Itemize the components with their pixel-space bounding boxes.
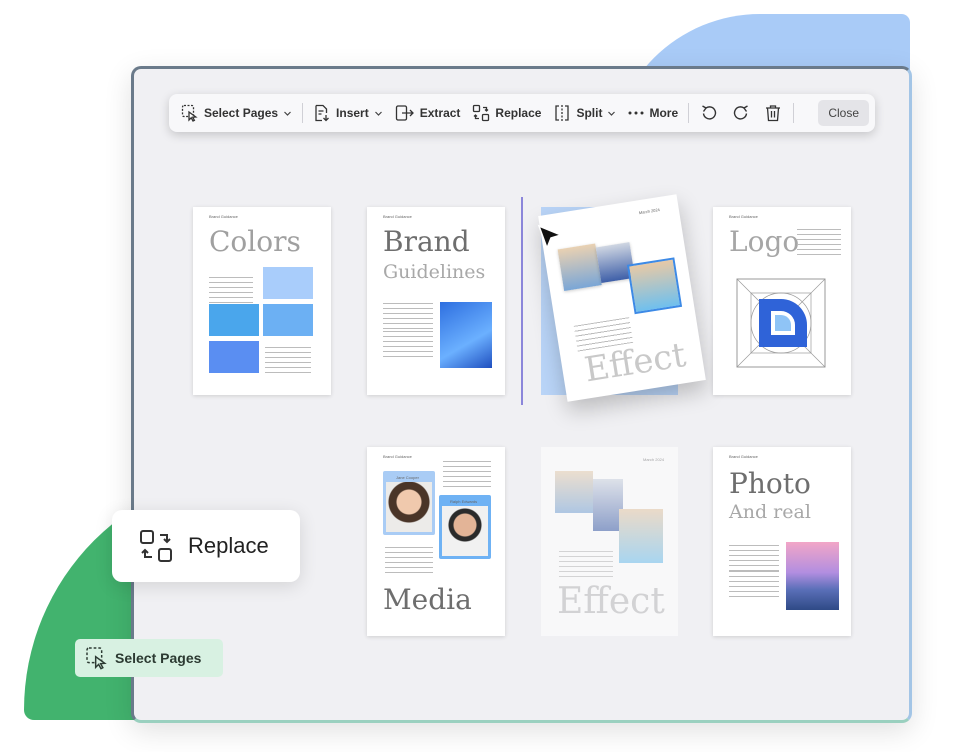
toolbar-divider: [302, 103, 304, 123]
page-title: Effect: [557, 581, 665, 622]
photo-cityscape: [786, 542, 839, 610]
text-block: [559, 551, 613, 577]
split-label: Split: [576, 106, 603, 120]
page-date: March 2024: [638, 207, 661, 216]
page-header: Brand Guidance: [383, 214, 412, 219]
text-block: [729, 571, 779, 597]
page-title: Logo: [729, 225, 800, 258]
more-button[interactable]: More: [622, 98, 684, 128]
photo-stairs: [440, 302, 492, 368]
select-pages-chip[interactable]: Select Pages: [75, 639, 223, 677]
text-block: [383, 331, 433, 357]
insert-label: Insert: [336, 106, 369, 120]
text-block: [265, 347, 311, 373]
page-header: Brand Guidance: [383, 454, 412, 459]
toolbar-divider: [688, 103, 690, 123]
insert-icon: [315, 104, 330, 122]
redo-button[interactable]: [725, 98, 757, 128]
extract-label: Extract: [419, 106, 461, 120]
page-subtitle: Guidelines: [383, 261, 486, 283]
chevron-down-icon: [374, 111, 382, 116]
page-header: Brand Guidance: [209, 214, 238, 219]
cursor-select-icon: [181, 104, 198, 122]
profile-card: Jane Cooper: [383, 471, 435, 535]
image-collage: [555, 471, 593, 513]
text-block: [383, 303, 433, 329]
more-dots-icon: [628, 111, 644, 115]
replace-callout: Replace: [112, 510, 300, 582]
chevron-down-icon: [284, 111, 291, 116]
page-thumbnail-effect-ghost[interactable]: March 2024 Effect: [541, 447, 678, 636]
chevron-down-icon: [608, 111, 616, 116]
select-pages-label: Select Pages: [204, 106, 279, 120]
profile-name: Ralph Edwards: [450, 499, 478, 504]
page-title: Brand: [383, 225, 470, 258]
replace-label: Replace: [495, 106, 542, 120]
page-header: Brand Guidance: [729, 214, 758, 219]
replace-icon: [473, 104, 490, 122]
color-swatch: [209, 304, 259, 336]
replace-callout-label: Replace: [188, 533, 269, 558]
text-block: [385, 547, 433, 573]
split-icon: [555, 105, 570, 121]
avatar-photo: [386, 482, 432, 532]
toolbar: Select Pages Insert Extract Replace Spli…: [169, 94, 875, 132]
text-block: [209, 277, 253, 303]
page-title: Photo: [729, 467, 811, 500]
close-button[interactable]: Close: [818, 100, 869, 126]
select-pages-button[interactable]: Select Pages: [175, 98, 298, 128]
text-block: [443, 461, 491, 487]
image-collage: [626, 257, 683, 315]
insertion-marker: [521, 197, 523, 405]
more-label: More: [649, 106, 679, 120]
select-pages-chip-label: Select Pages: [115, 650, 202, 666]
replace-button[interactable]: Replace: [466, 98, 547, 128]
profile-name: Jane Cooper: [396, 475, 419, 480]
page-subtitle: And real: [729, 501, 811, 523]
text-block: [797, 229, 841, 255]
page-thumbnail-photo[interactable]: Brand Guidance Photo And real: [713, 447, 851, 636]
delete-button[interactable]: [757, 98, 789, 128]
image-collage: [619, 509, 663, 563]
text-block: [729, 545, 779, 571]
undo-icon: [702, 105, 717, 120]
page-thumbnail-media[interactable]: Brand Guidance Jane Cooper Ralph Edwards…: [367, 447, 505, 636]
cursor-select-icon: [86, 647, 107, 670]
color-swatch: [209, 341, 259, 373]
page-header: Brand Guidance: [729, 454, 758, 459]
page-title: Colors: [209, 225, 301, 258]
page-thumbnail-colors[interactable]: Brand Guidance Colors: [193, 207, 331, 395]
extract-icon: [395, 105, 414, 121]
extract-button[interactable]: Extract: [389, 98, 467, 128]
color-swatch: [263, 267, 313, 299]
page-date: March 2024: [643, 457, 665, 462]
color-swatch: [263, 304, 313, 336]
undo-button[interactable]: [693, 98, 725, 128]
redo-icon: [733, 105, 748, 120]
split-button[interactable]: Split: [547, 98, 622, 128]
logo-construction-icon: [736, 278, 826, 368]
trash-icon: [766, 105, 781, 122]
page-thumbnail-brand[interactable]: Brand Guidance Brand Guidelines: [367, 207, 505, 395]
avatar-photo: [442, 506, 488, 556]
replace-icon: [140, 530, 172, 562]
page-thumbnail-logo[interactable]: Brand Guidance Logo: [713, 207, 851, 395]
profile-card: Ralph Edwards: [439, 495, 491, 559]
insert-button[interactable]: Insert: [307, 98, 389, 128]
cursor-arrow-icon: [537, 224, 564, 251]
toolbar-divider: [793, 103, 795, 123]
page-title: Media: [383, 583, 472, 616]
